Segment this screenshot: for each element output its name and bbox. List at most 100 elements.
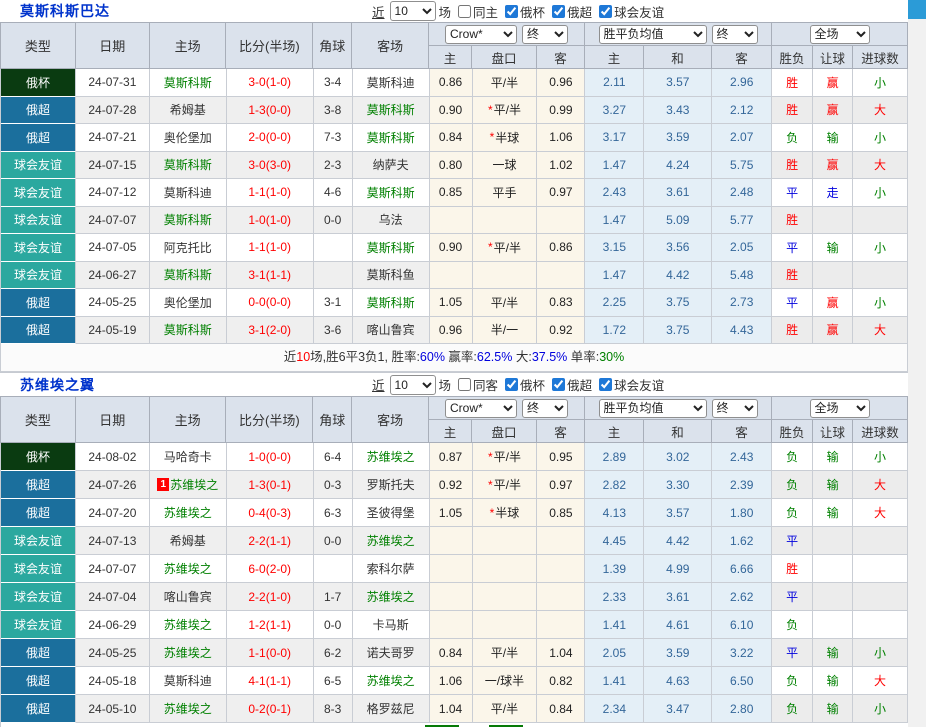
- bookmaker-select[interactable]: Crow*: [445, 25, 517, 44]
- cell-home-odds: 1.05: [430, 289, 473, 317]
- cell-result: 大: [853, 499, 908, 527]
- cell-corner: 7-3: [314, 124, 353, 152]
- cell-league-type: 球会友谊: [1, 527, 76, 555]
- cell-handicap: 平手: [473, 179, 538, 207]
- cell-result: 胜: [772, 152, 813, 180]
- cell-league-type: 球会友谊: [1, 179, 76, 207]
- cell-result: 输: [813, 124, 853, 152]
- subcol-header: 让球: [813, 420, 853, 443]
- cell-score: 3-0(3-0): [227, 152, 314, 180]
- filter-checkbox[interactable]: [552, 378, 565, 391]
- filter-checkbox[interactable]: [599, 378, 612, 391]
- summary-segment: 大:: [512, 350, 531, 364]
- cell-avg-odds: 3.43: [644, 97, 712, 125]
- cell-date: 24-05-19: [76, 317, 150, 345]
- cell-home-odds: 1.05: [430, 499, 473, 527]
- cell-league-type: 俄超: [1, 639, 76, 667]
- cell-league-type: 球会友谊: [1, 152, 76, 180]
- cell-avg-odds: 3.57: [644, 69, 712, 97]
- filter-checkbox[interactable]: [505, 5, 518, 18]
- table-body: 俄杯24-08-02马哈奇卡1-0(0-0)6-4苏维埃之0.87*平/半0.9…: [0, 443, 908, 723]
- cell-result: 负: [772, 695, 813, 723]
- cell-result: 小: [853, 69, 908, 97]
- avg-type-select[interactable]: 胜平负均值: [599, 25, 707, 44]
- cell-avg-odds: 3.56: [644, 234, 712, 262]
- final-select[interactable]: 终: [712, 399, 758, 418]
- cell-score: 2-2(1-1): [227, 527, 314, 555]
- cell-corner: 0-0: [314, 207, 353, 235]
- cell-result: 大: [853, 317, 908, 345]
- filter-checkbox[interactable]: [458, 378, 471, 391]
- cell-avg-odds: 3.27: [585, 97, 644, 125]
- table-row: 球会友谊24-07-07莫斯科斯1-0(1-0)0-0乌法1.475.095.7…: [1, 207, 908, 235]
- scrollbar-thumb[interactable]: [908, 0, 926, 19]
- cell-home-odds: [430, 262, 473, 290]
- filter-label: 俄超: [567, 375, 592, 394]
- cell-handicap: [473, 611, 538, 639]
- scope-select[interactable]: 全场: [810, 25, 870, 44]
- cell-result: 输: [813, 499, 853, 527]
- cell-corner: 1-7: [314, 583, 353, 611]
- cell-corner: 0-0: [314, 527, 353, 555]
- final-select[interactable]: 终: [522, 25, 568, 44]
- cell-avg-odds: 3.57: [644, 499, 712, 527]
- bookmaker-select[interactable]: Crow*: [445, 399, 517, 418]
- cell-league-type: 球会友谊: [1, 234, 76, 262]
- final-select[interactable]: 终: [712, 25, 758, 44]
- cell-result: [813, 555, 853, 583]
- filter-0: 同主: [458, 2, 498, 21]
- cell-avg-odds: 3.02: [644, 443, 712, 471]
- cell-avg-odds: 2.34: [585, 695, 644, 723]
- final-select[interactable]: 终: [522, 399, 568, 418]
- filter-checkbox[interactable]: [458, 5, 471, 18]
- cell-home-odds: 0.87: [430, 443, 473, 471]
- cell-date: 24-07-15: [76, 152, 150, 180]
- cell-score: 1-1(1-0): [227, 234, 314, 262]
- subcol-header: 和: [644, 46, 712, 69]
- subcol-header: 主: [585, 420, 644, 443]
- table-row: 俄超24-05-10苏维埃之0-2(0-1)8-3格罗兹尼1.04平/半0.84…: [1, 695, 908, 723]
- scrollbar-track[interactable]: [908, 0, 926, 727]
- cell-league-type: 俄超: [1, 124, 76, 152]
- summary-segment: 近: [284, 350, 297, 364]
- cell-result: 输: [813, 695, 853, 723]
- recent-label: 近: [372, 2, 385, 21]
- cell-avg-odds: 1.47: [585, 152, 644, 180]
- filter-checkbox[interactable]: [599, 5, 612, 18]
- cell-away-team: 苏维埃之: [353, 443, 430, 471]
- cell-avg-odds: 3.17: [585, 124, 644, 152]
- cell-avg-odds: 4.13: [585, 499, 644, 527]
- subcol-header: 客: [537, 420, 585, 443]
- match-count-select[interactable]: 10: [390, 375, 436, 395]
- cell-home-team: 1苏维埃之: [150, 471, 227, 499]
- cell-home-team: 莫斯科斯: [150, 69, 227, 97]
- cell-home-team: 苏维埃之: [150, 639, 227, 667]
- cell-score: 1-0(0-0): [227, 443, 314, 471]
- cell-home-odds: 0.84: [430, 124, 473, 152]
- scope-select[interactable]: 全场: [810, 399, 870, 418]
- col-header: 客场: [352, 397, 429, 443]
- table-row: 俄杯24-07-31莫斯科斯3-0(1-0)3-4莫斯科迪0.86平/半0.96…: [1, 69, 908, 97]
- cell-avg-odds: 2.07: [712, 124, 772, 152]
- table-row: 俄超24-05-25苏维埃之1-1(0-0)6-2诺夫哥罗0.84平/半1.04…: [1, 639, 908, 667]
- subcol-header: 主: [429, 420, 472, 443]
- filter-1: 俄杯: [505, 2, 545, 21]
- filter-checkbox[interactable]: [505, 378, 518, 391]
- cell-avg-odds: 3.30: [644, 471, 712, 499]
- cell-score: 6-0(2-0): [227, 555, 314, 583]
- cell-away-odds: 1.02: [537, 152, 585, 180]
- cell-avg-odds: 4.42: [644, 262, 712, 290]
- avg-type-select[interactable]: 胜平负均值: [599, 399, 707, 418]
- filter-label: 球会友谊: [614, 2, 664, 21]
- cell-result: 小: [853, 289, 908, 317]
- cell-handicap: 一球: [473, 152, 538, 180]
- match-count-select[interactable]: 10: [390, 1, 436, 21]
- cell-home-odds: 0.96: [430, 317, 473, 345]
- filter-0: 同客: [458, 375, 498, 394]
- cell-corner: 0-3: [314, 471, 353, 499]
- table-row: 俄超24-05-18莫斯科迪4-1(1-1)6-5苏维埃之1.06一/球半0.8…: [1, 667, 908, 695]
- cell-away-team: 喀山鲁宾: [353, 317, 430, 345]
- cell-home-team: 莫斯科斯: [150, 152, 227, 180]
- filter-checkbox[interactable]: [552, 5, 565, 18]
- cell-home-team: 马哈奇卡: [150, 443, 227, 471]
